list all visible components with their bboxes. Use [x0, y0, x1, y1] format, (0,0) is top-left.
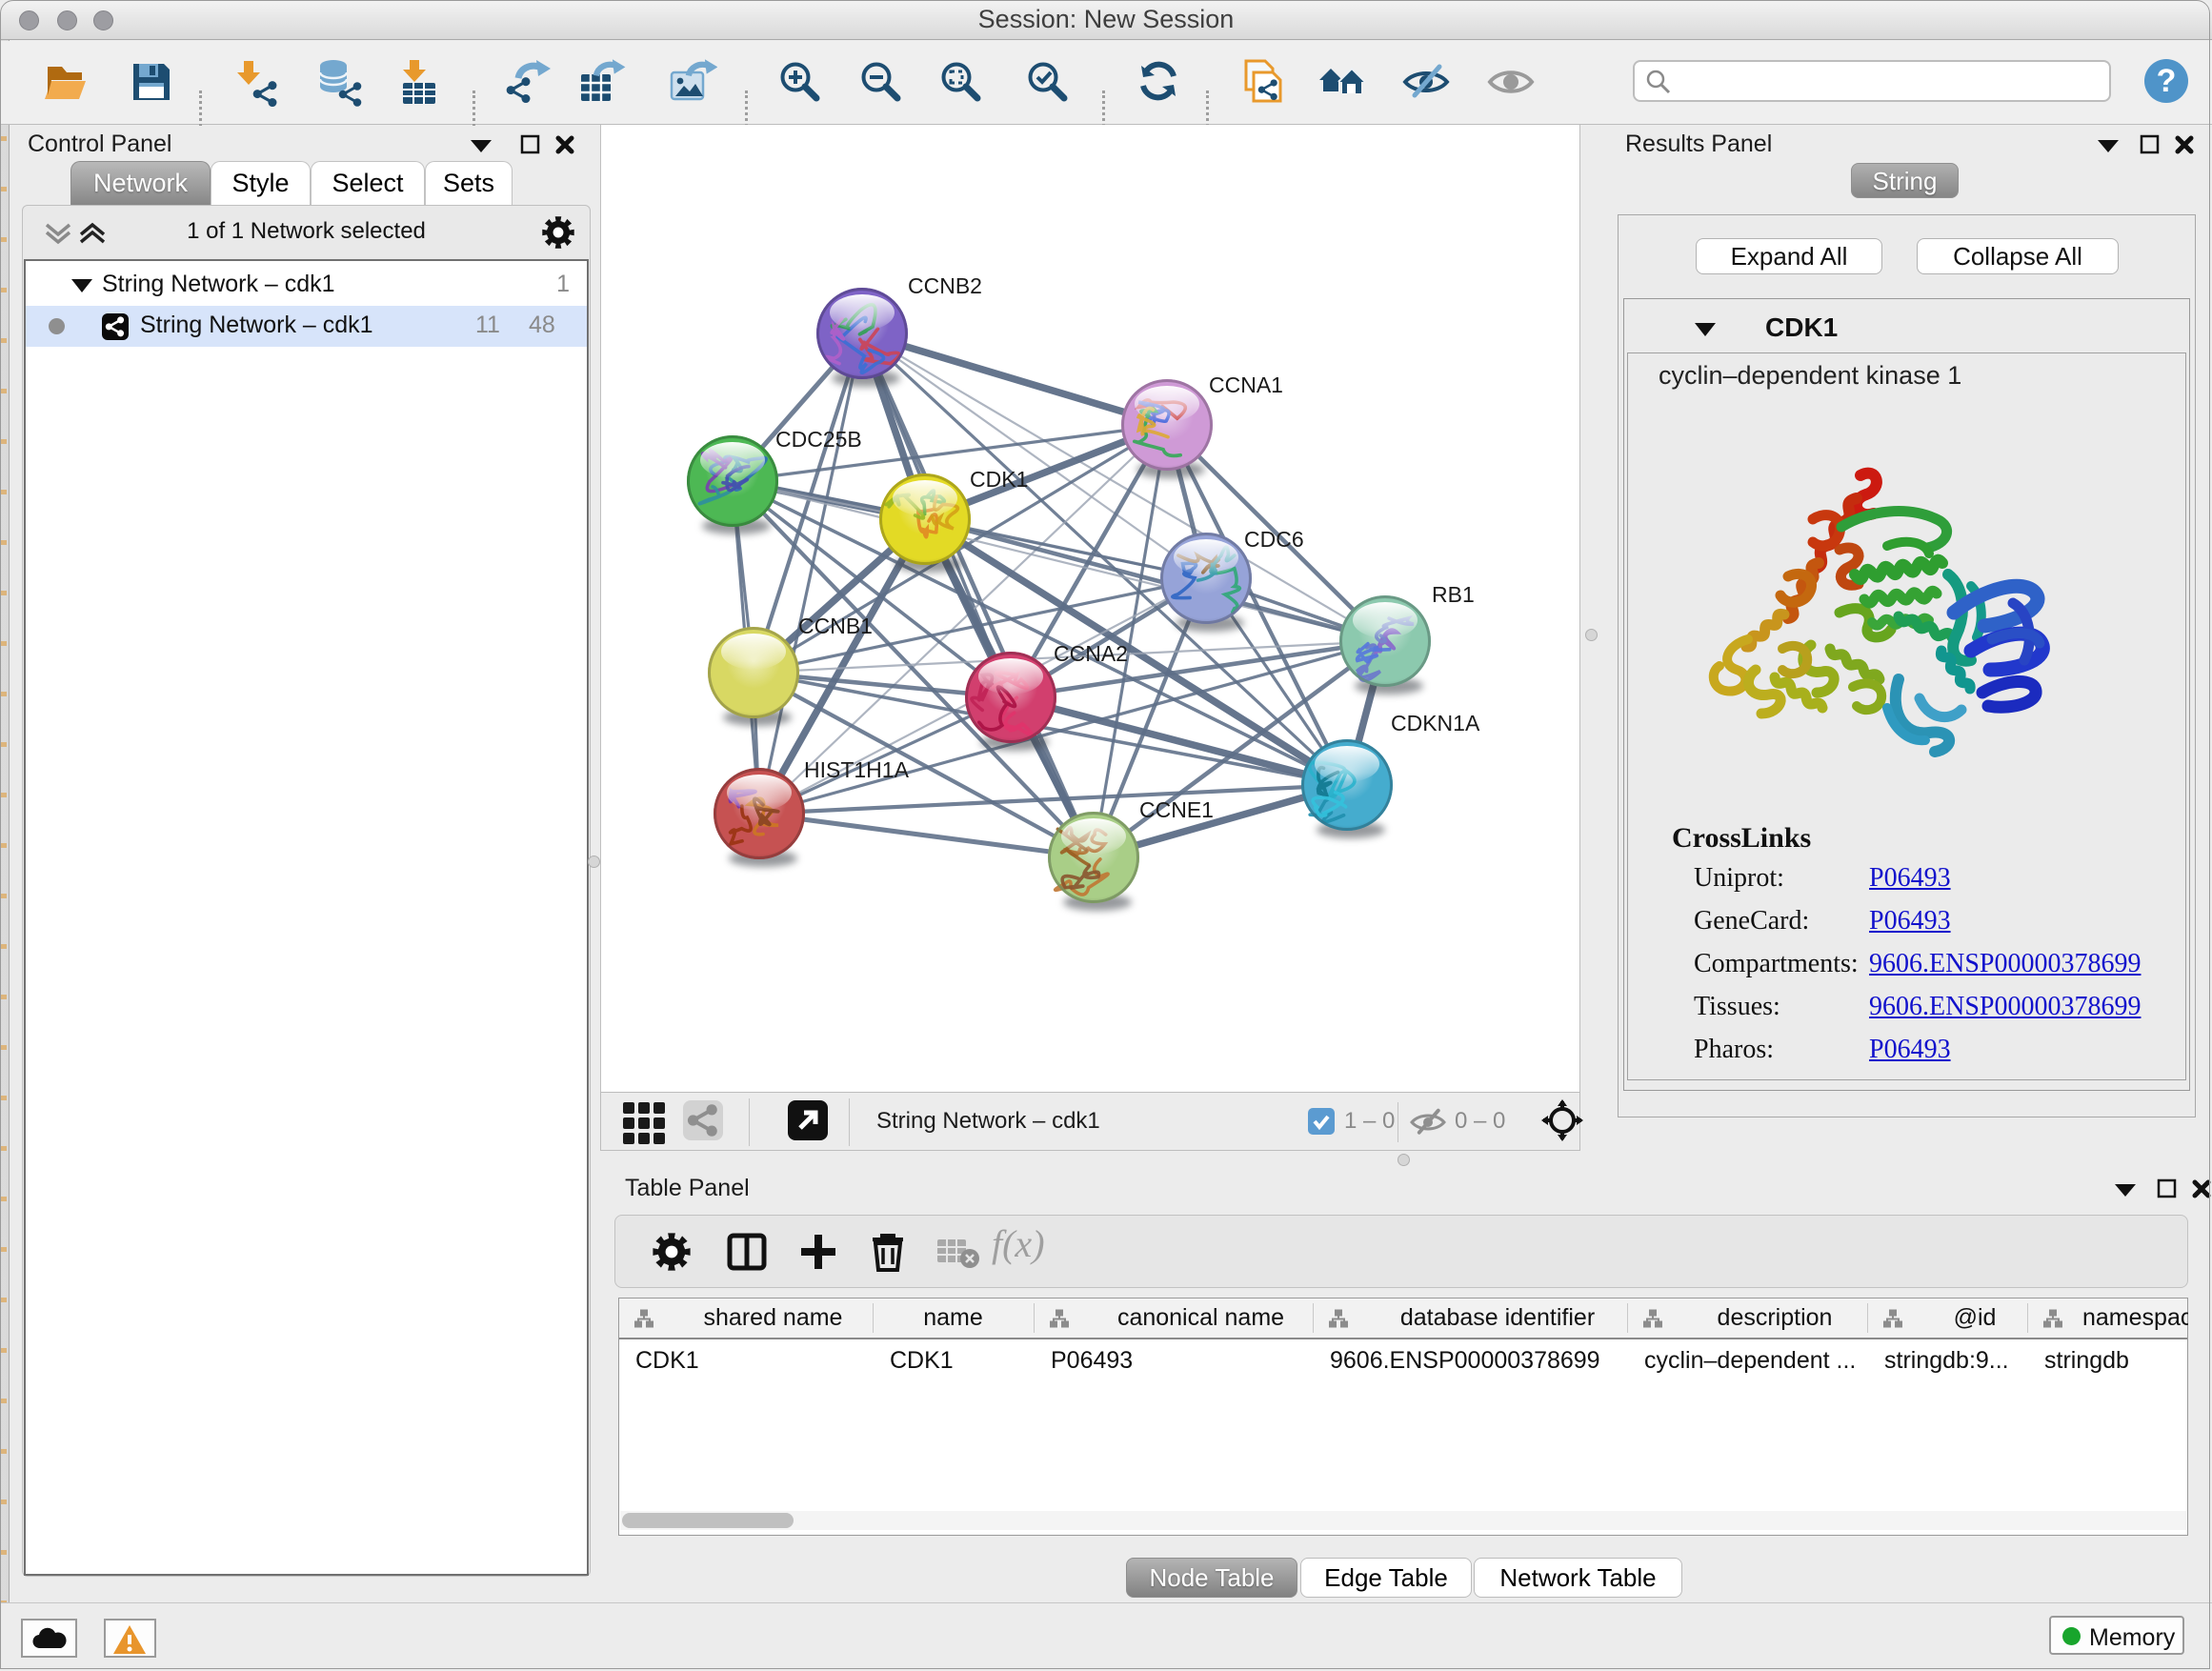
svg-text:CDK1: CDK1 [970, 467, 1028, 492]
svg-text:CCNB2: CCNB2 [908, 273, 982, 298]
svg-text:RB1: RB1 [1432, 582, 1475, 607]
svg-text:CCNB1: CCNB1 [798, 614, 873, 638]
svg-text:?: ? [2157, 63, 2177, 99]
svg-text:CCNA1: CCNA1 [1209, 372, 1283, 397]
svg-text:CDKN1A: CDKN1A [1391, 711, 1480, 735]
svg-text:HIST1H1A: HIST1H1A [804, 757, 910, 782]
svg-text:CCNE1: CCNE1 [1139, 797, 1214, 822]
svg-text:CDC25B: CDC25B [775, 427, 862, 452]
svg-text:CCNA2: CCNA2 [1054, 641, 1128, 666]
svg-text:CDC6: CDC6 [1244, 527, 1304, 552]
